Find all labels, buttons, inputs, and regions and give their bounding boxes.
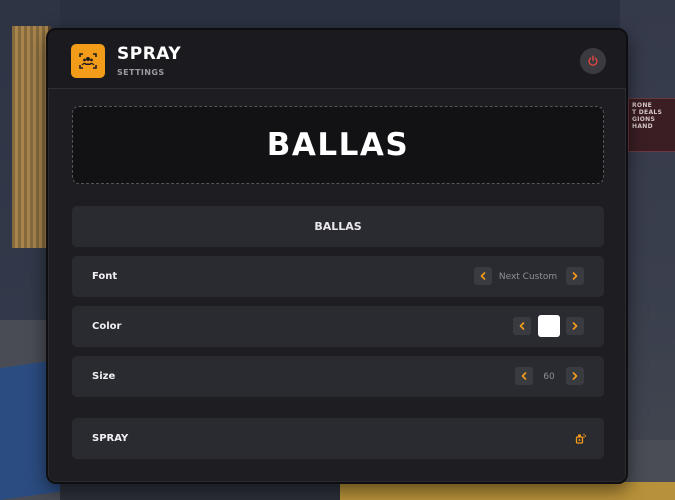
chevron-left-icon	[521, 372, 527, 380]
chevron-left-icon	[480, 272, 486, 280]
spray-button[interactable]: SPRAY	[72, 418, 604, 459]
chevron-right-icon	[572, 272, 578, 280]
chevron-left-icon	[519, 322, 525, 330]
size-value: 60	[543, 371, 555, 382]
spray-preview-text: BALLAS	[266, 127, 410, 163]
size-label: Size	[92, 371, 116, 382]
font-label: Font	[92, 271, 118, 282]
close-power-button[interactable]	[580, 48, 606, 74]
chevron-right-icon	[572, 322, 578, 330]
font-prev-button[interactable]	[474, 267, 492, 285]
spray-settings-panel: SPRAY SETTINGS BALLAS BALLAS Font Next C…	[46, 28, 628, 484]
panel-title: SPRAY	[117, 44, 182, 64]
sign-line: RONE	[632, 102, 653, 109]
font-next-button[interactable]	[566, 267, 584, 285]
sign-line: HAND	[632, 123, 653, 130]
color-swatch[interactable]	[538, 315, 560, 337]
panel-header: SPRAY SETTINGS	[48, 30, 626, 89]
size-next-button[interactable]	[566, 367, 584, 385]
font-setting-row: Font Next Custom	[72, 256, 604, 297]
spray-text-input[interactable]: BALLAS	[72, 206, 604, 247]
spray-can-icon	[575, 433, 587, 444]
sign-line: GIONS	[632, 116, 656, 123]
sign-line: T DEALS	[632, 109, 663, 116]
yellow-curb	[340, 482, 675, 500]
panel-subtitle: SETTINGS	[117, 68, 165, 77]
spray-can-icon	[71, 44, 105, 78]
size-setting-row: Size 60	[72, 356, 604, 397]
color-label: Color	[92, 321, 122, 332]
building-wall-right	[620, 0, 675, 500]
color-next-button[interactable]	[566, 317, 584, 335]
wall-sign-text: RONE T DEALS GIONS HAND	[632, 102, 674, 130]
power-icon	[588, 55, 598, 66]
chevron-right-icon	[572, 372, 578, 380]
color-prev-button[interactable]	[513, 317, 531, 335]
spray-preview: BALLAS	[72, 106, 604, 184]
font-value: Next Custom	[498, 271, 558, 282]
spray-can-icon-graphic	[79, 53, 97, 69]
color-setting-row: Color	[72, 306, 604, 347]
spray-button-label: SPRAY	[92, 433, 129, 444]
size-prev-button[interactable]	[515, 367, 533, 385]
